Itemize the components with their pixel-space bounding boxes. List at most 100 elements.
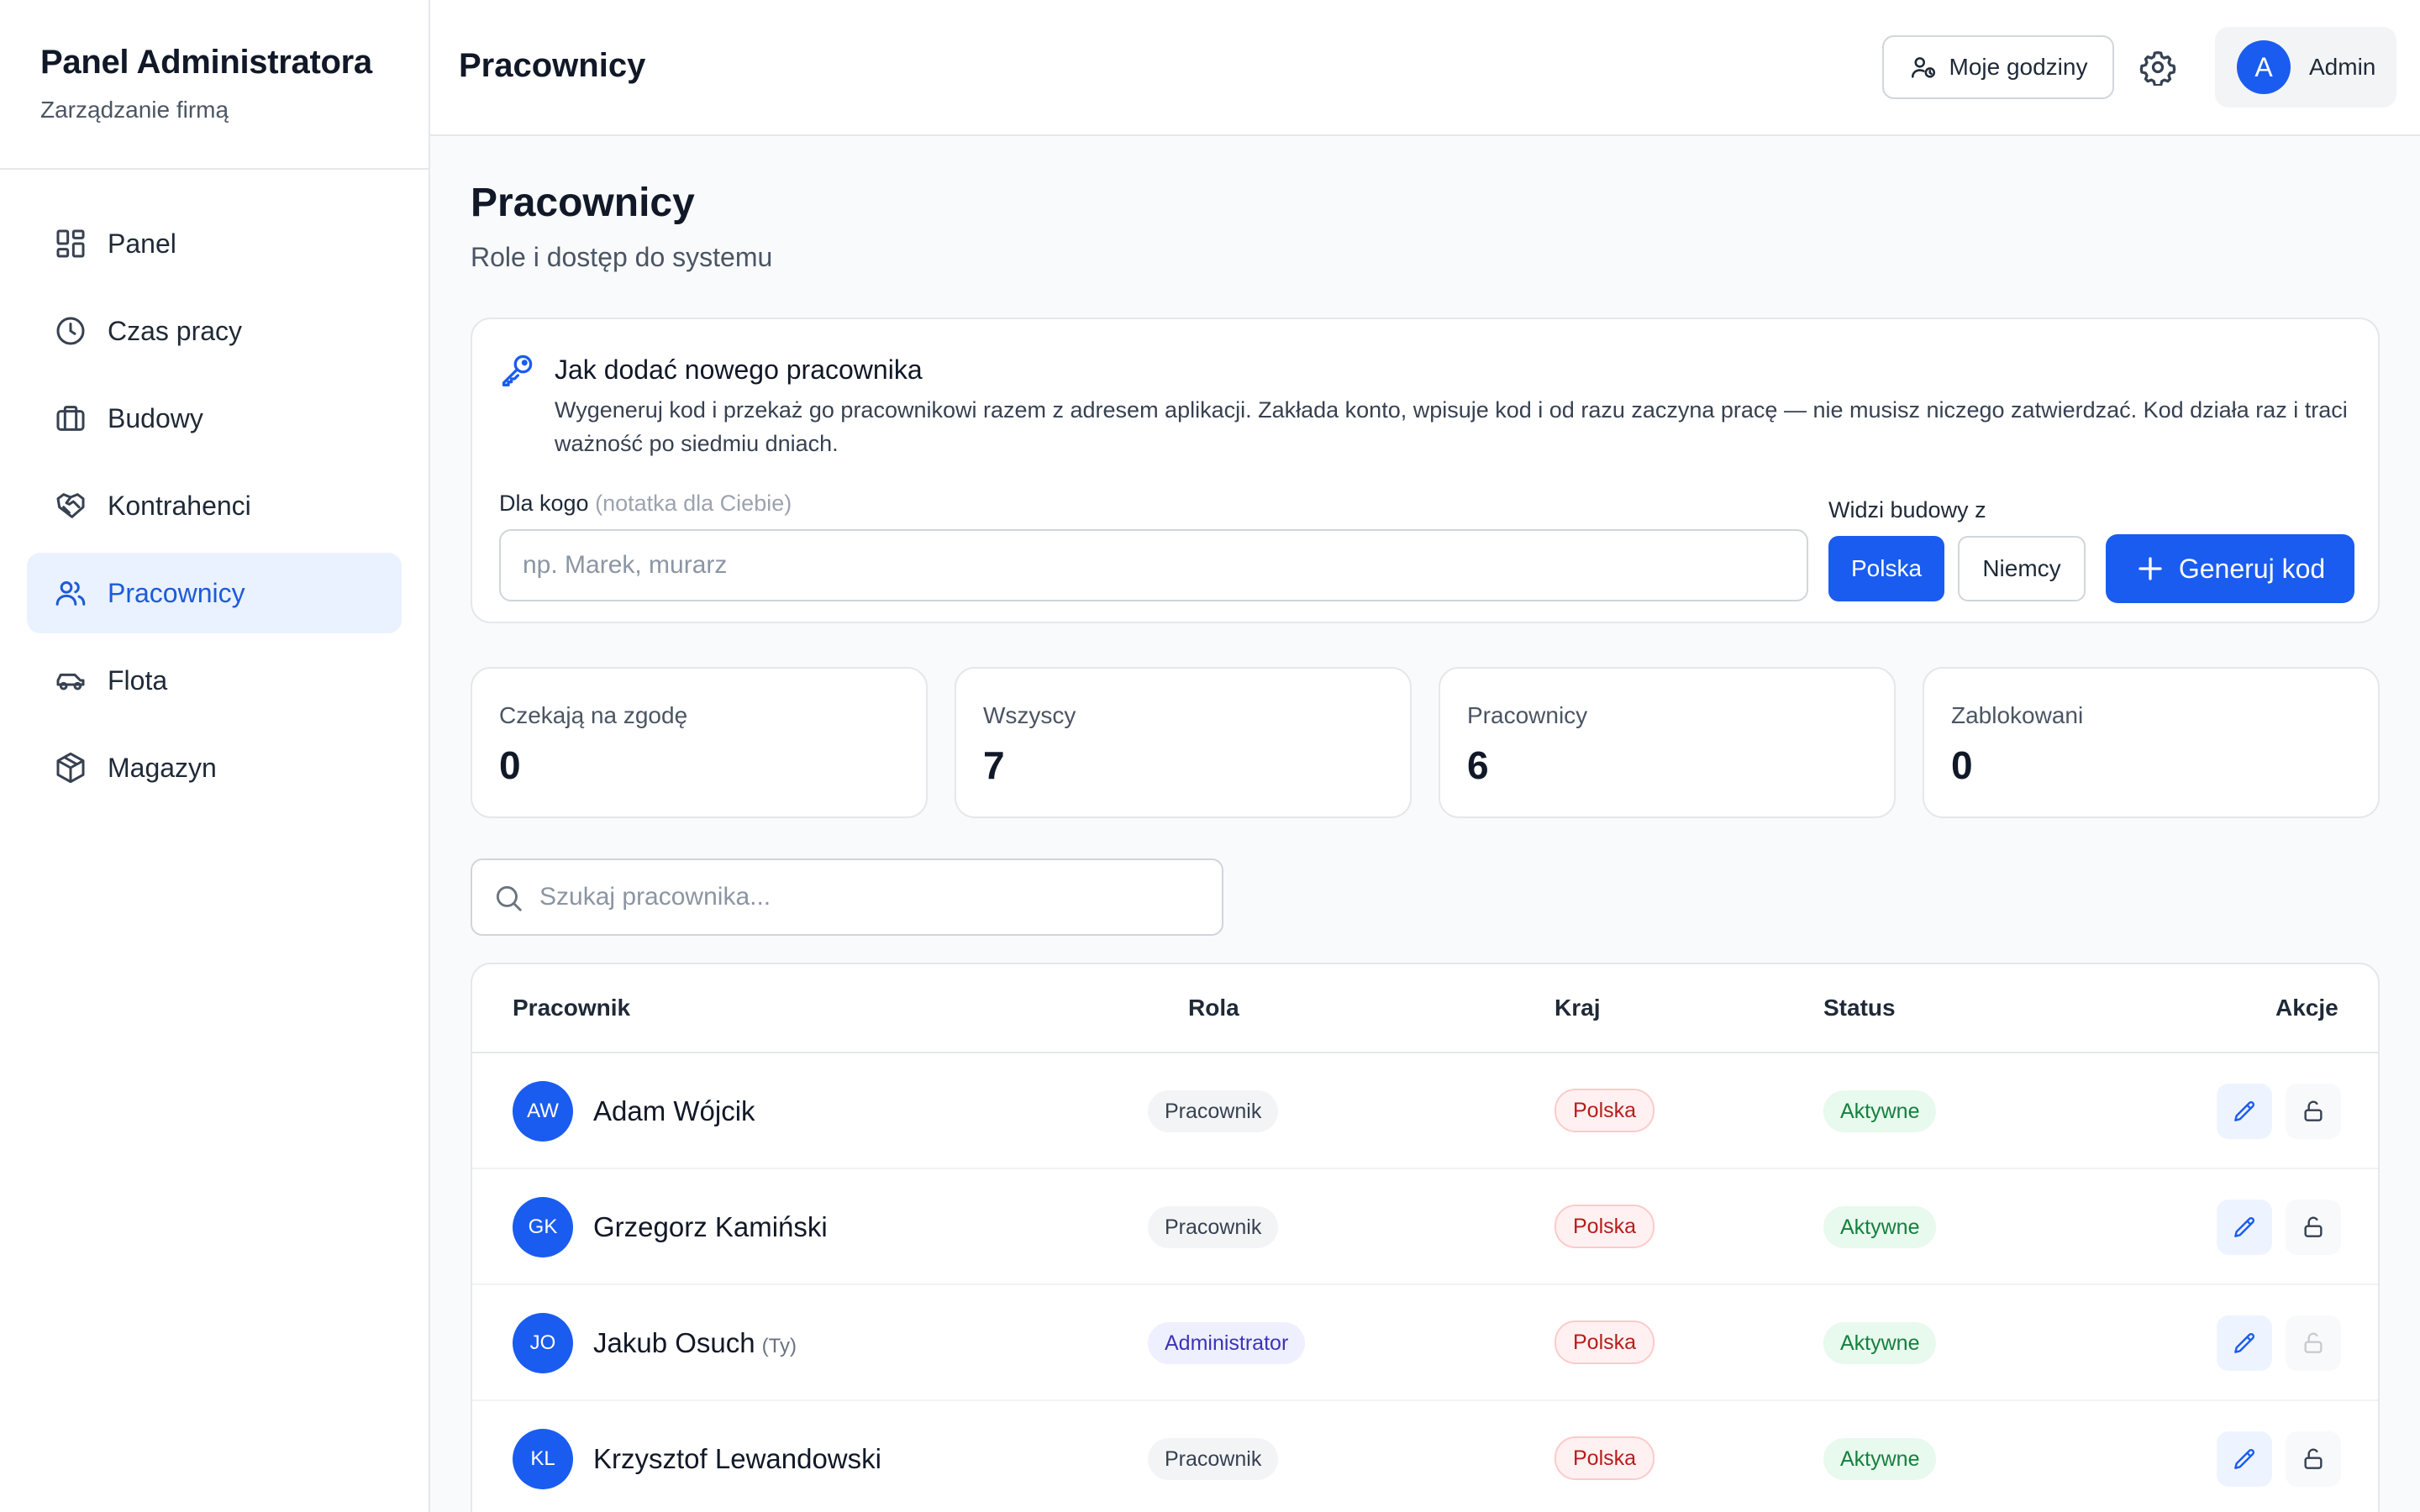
unlock-icon — [2304, 1100, 2323, 1121]
topbar-title: Pracownicy — [459, 47, 646, 84]
sidebar-item-label: Budowy — [108, 402, 203, 433]
stat-label: Zablokowani — [1951, 702, 2084, 728]
invite-title: Jak dodać nowego pracownika — [555, 354, 923, 385]
employee-name-text: Jakub Osuch — [593, 1327, 755, 1358]
for-whom-label-text: Dla kogo — [499, 491, 589, 516]
for-whom-input[interactable] — [499, 529, 1808, 601]
generate-code-label: Generuj kod — [2178, 553, 2326, 584]
block-button[interactable] — [2286, 1084, 2341, 1139]
search-icon — [496, 885, 522, 911]
country-badge: Polska — [1555, 1089, 1655, 1132]
app-title: Panel Administratora — [40, 44, 372, 81]
clock-icon — [56, 317, 85, 345]
country-badge: Polska — [1555, 1436, 1655, 1480]
stat-label: Czekają na zgodę — [499, 702, 688, 728]
table-row: KL Krzysztof Lewandowski Pracownik Polsk… — [472, 1401, 2378, 1512]
employee-name: Adam Wójcik — [593, 1095, 755, 1127]
plus-icon — [2139, 557, 2162, 580]
column-header-actions: Akcje — [2275, 995, 2338, 1021]
block-button[interactable] — [2286, 1431, 2341, 1487]
pencil-icon — [2234, 1100, 2255, 1121]
sidebar-item-label: Kontrahenci — [108, 490, 251, 521]
employee-name: Jakub Osuch (Ty) — [593, 1327, 797, 1359]
role-badge: Pracownik — [1148, 1438, 1279, 1480]
stat-card-blocked: Zablokowani 0 — [1923, 667, 2380, 818]
user-name: Admin — [2309, 54, 2376, 80]
sidebar-item-label: Magazyn — [108, 752, 217, 783]
edit-button[interactable] — [2217, 1200, 2272, 1255]
avatar: A — [2237, 40, 2291, 94]
stat-card-pending: Czekają na zgodę 0 — [471, 667, 928, 818]
stat-value: 0 — [1951, 743, 1973, 787]
users-icon — [55, 581, 86, 606]
country-badge: Polska — [1555, 1320, 1655, 1364]
avatar: AW — [513, 1081, 573, 1142]
for-whom-hint: (notatka dla Ciebie) — [595, 491, 792, 516]
user-menu[interactable]: A Admin — [2215, 27, 2396, 108]
unlock-icon — [2304, 1216, 2323, 1237]
employees-table: Pracownik Rola Kraj Status Akcje AW Adam… — [471, 963, 2380, 1512]
pencil-icon — [2234, 1448, 2255, 1469]
app-subtitle: Zarządzanie firmą — [40, 97, 229, 123]
topbar: Pracownicy Moje godziny A Admin — [430, 0, 2420, 136]
role-badge: Administrator — [1148, 1322, 1306, 1364]
role-badge: Pracownik — [1148, 1206, 1279, 1248]
stat-value: 6 — [1467, 743, 1489, 787]
stat-value: 7 — [983, 743, 1005, 787]
sidebar-item-kontrahenci[interactable]: Kontrahenci — [27, 465, 402, 546]
country-option-niemcy[interactable]: Niemcy — [1958, 536, 2086, 601]
country-option-polska[interactable]: Polska — [1828, 536, 1944, 601]
invite-description: Wygeneruj kod i przekaż go pracownikowi … — [555, 397, 2348, 456]
sidebar-item-label: Pracownicy — [108, 577, 245, 608]
avatar: JO — [513, 1313, 573, 1373]
sidebar-item-budowy[interactable]: Budowy — [27, 378, 402, 459]
status-badge: Aktywne — [1823, 1206, 1937, 1248]
table-row: GK Grzegorz Kamiński Pracownik Polska Ak… — [472, 1169, 2378, 1285]
country-badge: Polska — [1555, 1205, 1655, 1248]
employee-name: Grzegorz Kamiński — [593, 1211, 828, 1243]
for-whom-label: Dla kogo (notatka dla Ciebie) — [499, 491, 792, 517]
generate-code-button[interactable]: Generuj kod — [2106, 534, 2354, 603]
key-icon — [502, 354, 533, 386]
stat-value: 0 — [499, 743, 521, 787]
sees-sites-label: Widzi budowy z — [1828, 497, 1986, 522]
employee-name: Krzysztof Lewandowski — [593, 1443, 881, 1475]
sidebar-item-pracownicy[interactable]: Pracownicy — [27, 553, 402, 633]
edit-button[interactable] — [2217, 1431, 2272, 1487]
status-badge: Aktywne — [1823, 1438, 1937, 1480]
avatar: GK — [513, 1197, 573, 1257]
stat-card-all: Wszyscy 7 — [955, 667, 1412, 818]
my-hours-button[interactable]: Moje godziny — [1882, 35, 2114, 99]
status-badge: Aktywne — [1823, 1322, 1937, 1364]
search-box — [471, 858, 1223, 936]
sidebar-item-label: Flota — [108, 664, 168, 696]
sidebar-item-label: Panel — [108, 228, 176, 259]
current-user-tag: (Ty) — [761, 1335, 797, 1357]
employee-name-text: Krzysztof Lewandowski — [593, 1443, 881, 1474]
column-header-country: Kraj — [1555, 995, 1601, 1021]
sidebar-item-label: Czas pracy — [108, 315, 243, 346]
stat-card-workers: Pracownicy 6 — [1439, 667, 1896, 818]
stat-label: Wszyscy — [983, 702, 1076, 728]
pencil-icon — [2234, 1332, 2255, 1353]
employee-name-text: Adam Wójcik — [593, 1095, 755, 1126]
dashboard-icon — [56, 229, 85, 258]
block-button[interactable] — [2286, 1200, 2341, 1255]
sidebar: Panel Administratora Zarządzanie firmą P… — [0, 0, 430, 1512]
column-header-role: Rola — [1188, 995, 1239, 1021]
avatar: KL — [513, 1429, 573, 1489]
sidebar-item-flota[interactable]: Flota — [27, 640, 402, 721]
sidebar-item-czas-pracy[interactable]: Czas pracy — [27, 291, 402, 371]
edit-button[interactable] — [2217, 1315, 2272, 1371]
invite-card: Jak dodać nowego pracownika Wygeneruj ko… — [471, 318, 2380, 623]
stat-label: Pracownicy — [1467, 702, 1588, 728]
column-header-status: Status — [1823, 995, 1896, 1021]
employee-name-text: Grzegorz Kamiński — [593, 1211, 828, 1242]
sidebar-item-panel[interactable]: Panel — [27, 203, 402, 284]
gear-icon[interactable] — [2139, 49, 2176, 86]
role-badge: Pracownik — [1148, 1090, 1279, 1132]
edit-button[interactable] — [2217, 1084, 2272, 1139]
search-input[interactable] — [539, 860, 1203, 934]
pencil-icon — [2234, 1216, 2255, 1237]
sidebar-item-magazyn[interactable]: Magazyn — [27, 727, 402, 808]
